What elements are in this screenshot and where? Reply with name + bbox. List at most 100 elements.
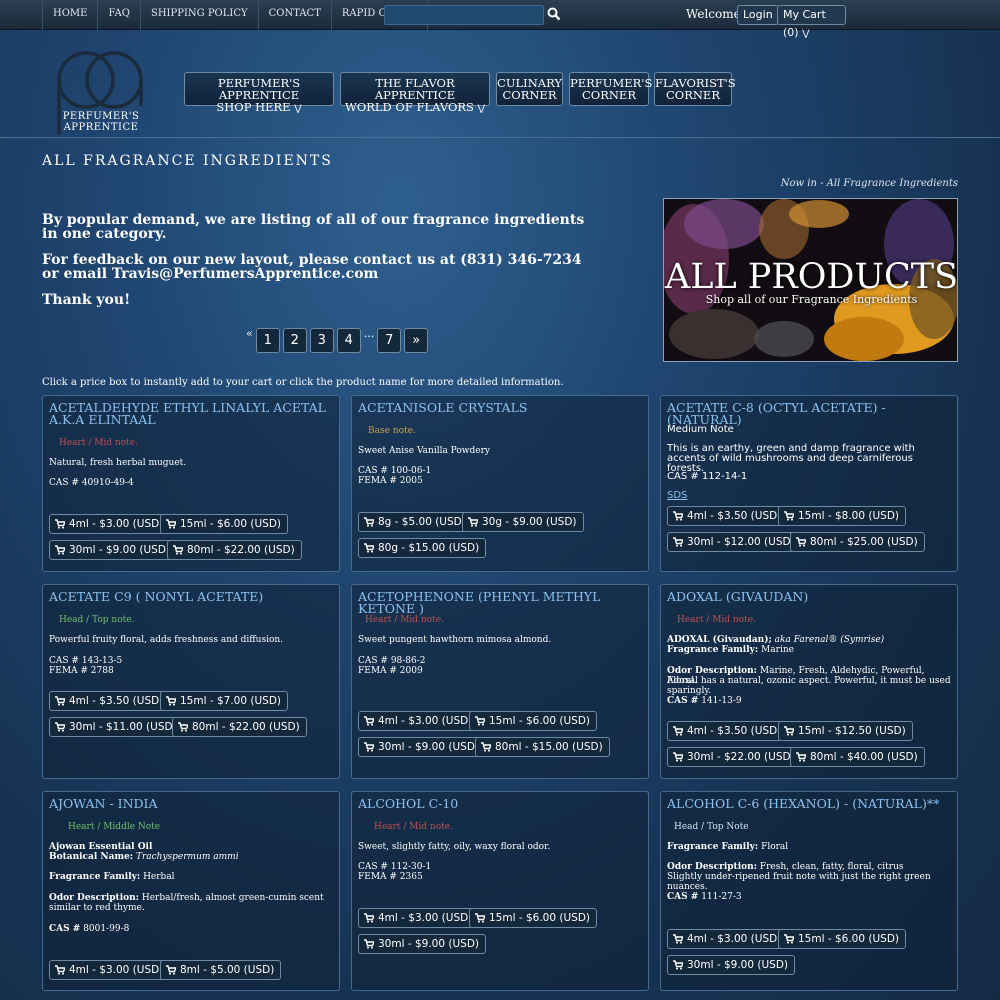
botanical-name-label: Botanical Name: [49,852,134,862]
nav-flavor-apprentice[interactable]: THE FLAVOR APPRENTICE WORLD OF FLAVORS ⋁ [340,72,490,114]
price-button[interactable]: 80ml - $22.00 (USD) [172,717,307,737]
price-button[interactable]: 80ml - $40.00 (USD) [790,747,925,767]
price-button[interactable]: 30ml - $11.00 (USD) [49,717,184,737]
price-button[interactable]: 8ml - $5.00 (USD) [160,960,282,980]
product-name-link[interactable]: ACETOPHENONE (PHENYL METHYL KETONE ) [358,590,643,615]
cart-icon [55,545,67,555]
product-name-link[interactable]: ACETALDEHYDE ETHYL LINALYL ACETAL A.K.A … [49,401,334,426]
price-button[interactable]: 30ml - $9.00 (USD) [667,955,795,975]
cas-number: CAS # 141-13-9 [667,696,952,706]
price-button[interactable]: 80ml - $25.00 (USD) [790,532,925,552]
cas-value: 141-13-9 [701,696,742,706]
cart-icon [673,934,685,944]
top-nav: HOME FAQ SHIPPING POLICY CONTACT RAPID O… [42,0,429,30]
price-button[interactable]: 4ml - $3.00 (USD) [49,514,171,534]
nav-contact[interactable]: CONTACT [257,0,331,30]
nav-sublabel: CORNER [502,88,557,102]
page-title: ALL FRAGRANCE INGREDIENTS [42,153,333,169]
price-button[interactable]: 4ml - $3.50 (USD) [667,721,789,741]
price-button[interactable]: 30ml - $22.00 (USD) [667,747,802,767]
search-icon[interactable] [547,7,561,21]
product-name-link[interactable]: AJOWAN - INDIA [49,797,334,810]
cas-number: CAS # 112-14-1 [667,471,748,482]
price-button[interactable]: 4ml - $3.50 (USD) [49,691,171,711]
nav-home[interactable]: HOME [42,0,97,30]
my-cart-button[interactable]: My Cart (0) ⋁ [777,5,846,39]
cart-icon [178,722,190,732]
price-button[interactable]: 15ml - $12.50 (USD) [778,721,913,741]
cas-number: CAS # 98-86-2 [358,656,426,666]
product-name-link[interactable]: ALCOHOL C-10 [358,797,643,810]
price-button[interactable]: 4ml - $3.00 (USD) [358,908,480,928]
page-4[interactable]: 4 [336,328,361,353]
product-description: Sweet, slightly fatty, oily, waxy floral… [358,842,551,852]
price-button[interactable]: 15ml - $7.00 (USD) [160,691,288,711]
cas-label: CAS # [667,696,699,706]
product-card: ALCOHOL C-6 (HEXANOL) - (NATURAL)** Head… [660,791,958,991]
price-button[interactable]: 4ml - $3.00 (USD) [49,960,171,980]
note-type: Base note. [368,426,416,436]
cart-icon [673,511,685,521]
cart-icon [673,726,685,736]
price-button[interactable]: 30ml - $9.00 (USD) [358,934,486,954]
price-label: 4ml - $3.00 (USD) [378,912,473,924]
cart-icon [475,716,487,726]
price-button[interactable]: 15ml - $6.00 (USD) [778,929,906,949]
search-input[interactable] [384,5,544,25]
price-button[interactable]: 15ml - $6.00 (USD) [469,711,597,731]
price-button[interactable]: 30ml - $9.00 (USD) [358,737,486,757]
fragrance-family: Fragrance Family: Marine [667,645,952,655]
header-divider [0,137,1000,138]
nav-flavorists-corner[interactable]: FLAVORIST'S CORNER [654,72,736,106]
product-notes: Adoxal has a natural, ozonic aspect. Pow… [667,676,951,696]
product-name-link[interactable]: ACETATE C-8 (OCTYL ACETATE) - (NATURAL) [667,401,952,426]
price-button[interactable]: 15ml - $8.00 (USD) [778,506,906,526]
nav-perfumers-apprentice[interactable]: PERFUMER'S APPRENTICE SHOP HERE ⋁ [184,72,334,114]
price-button[interactable]: 15ml - $6.00 (USD) [160,514,288,534]
nav-perfumers-corner[interactable]: PERFUMER'S CORNER [569,72,652,106]
product-name-link[interactable]: ACETANISOLE CRYSTALS [358,401,643,414]
page-next[interactable]: » [404,328,429,353]
product-name-link[interactable]: ADOXAL (GIVAUDAN) [667,590,952,603]
page-3[interactable]: 3 [309,328,334,353]
nav-sublabel: CORNER [665,88,720,102]
cart-icon [673,960,685,970]
price-button[interactable]: 30ml - $9.00 (USD) [49,540,177,560]
price-label: 4ml - $3.00 (USD) [69,964,164,976]
price-button[interactable]: 4ml - $3.00 (USD) [358,711,480,731]
all-products-banner[interactable]: ALL PRODUCTS Shop all of our Fragrance I… [663,198,958,362]
cart-icon [364,913,376,923]
price-button[interactable]: 80g - $15.00 (USD) [358,538,487,558]
price-button[interactable]: 80ml - $22.00 (USD) [167,540,302,560]
page-1[interactable]: 1 [255,328,280,353]
price-button[interactable]: 30ml - $12.00 (USD) [667,532,802,552]
product-name-link[interactable]: ALCOHOL C-6 (HEXANOL) - (NATURAL)** [667,797,952,810]
price-button[interactable]: 30g - $9.00 (USD) [462,512,584,532]
price-button[interactable]: 80ml - $15.00 (USD) [475,737,610,757]
nav-faq[interactable]: FAQ [97,0,140,30]
product-name-link[interactable]: ACETATE C9 ( NONYL ACETATE) [49,590,334,603]
price-button[interactable]: 15ml - $6.00 (USD) [469,908,597,928]
product-card: AJOWAN - INDIA Heart / Middle Note Ajowa… [42,791,340,991]
login-button[interactable]: Login [737,5,779,25]
odor-description-value: Fresh, clean, fatty, floral, citrus [759,862,904,872]
nav-shipping-policy[interactable]: SHIPPING POLICY [139,0,258,30]
page-7[interactable]: 7 [377,328,402,353]
price-label: 80ml - $15.00 (USD) [495,741,603,753]
sds-link[interactable]: SDS [667,491,687,501]
price-button[interactable]: 4ml - $3.00 (USD) [667,929,789,949]
page-2[interactable]: 2 [282,328,307,353]
odor-description-label: Odor Description: [49,893,139,903]
odor-description-label: Odor Description: [667,862,757,872]
pagination-prev[interactable]: « [246,328,253,340]
price-button[interactable]: 4ml - $3.50 (USD) [667,506,789,526]
fema-number: FEMA # 2365 [358,872,423,882]
fragrance-family-label: Fragrance Family: [667,842,759,852]
price-button[interactable]: 8g - $5.00 (USD) [358,512,473,532]
nav-sublabel: SHOP HERE [216,100,291,114]
note-type: Heart / Mid note. [59,438,138,448]
product-notes: Slightly under-ripened fruit note with j… [667,872,931,892]
price-label: 15ml - $7.00 (USD) [180,695,281,707]
product-description: This is an earthy, green and damp fragra… [667,443,915,474]
nav-culinary-corner[interactable]: CULINARY CORNER [496,72,563,106]
